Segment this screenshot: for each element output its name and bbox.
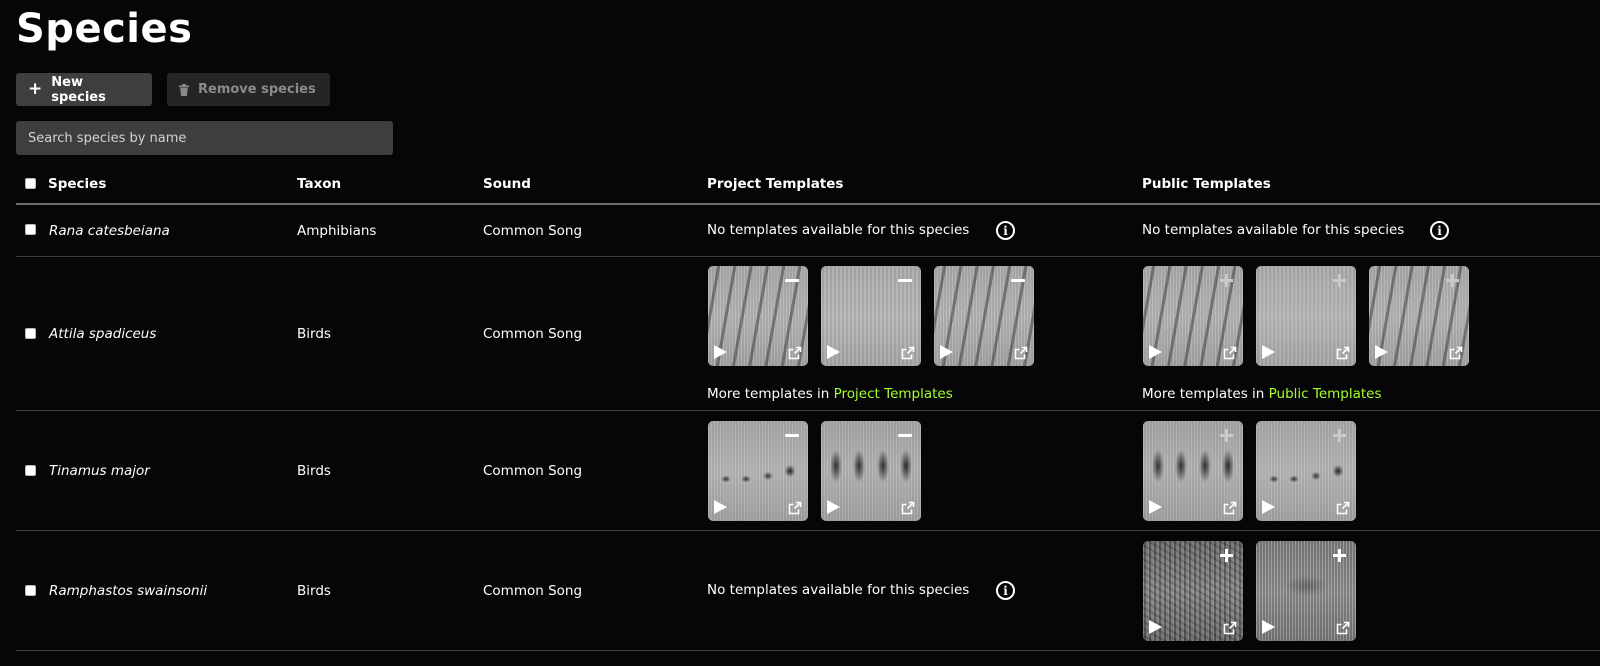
plus-icon[interactable] bbox=[1220, 428, 1235, 443]
taxon-cell: Birds bbox=[297, 583, 331, 599]
external-link-icon[interactable] bbox=[788, 345, 802, 360]
page-title: Species bbox=[16, 6, 193, 52]
column-header-public-templates[interactable]: Public Templates bbox=[1142, 176, 1271, 192]
column-header-taxon[interactable]: Taxon bbox=[297, 176, 341, 192]
row-divider bbox=[16, 256, 1600, 257]
more-project-templates: More templates in Project Templates bbox=[707, 386, 953, 402]
template-thumbnail[interactable] bbox=[708, 266, 808, 366]
external-link-icon[interactable] bbox=[1223, 345, 1237, 360]
plus-icon[interactable] bbox=[1333, 548, 1348, 563]
sound-cell: Common Song bbox=[483, 326, 583, 342]
plus-icon[interactable] bbox=[1333, 273, 1348, 288]
remove-species-button[interactable]: Remove species bbox=[167, 73, 330, 106]
taxon-cell: Birds bbox=[297, 326, 331, 342]
header-divider bbox=[16, 203, 1600, 205]
species-name[interactable]: Ramphastos swainsonii bbox=[49, 583, 207, 599]
public-empty-text: No templates available for this species bbox=[1142, 222, 1405, 238]
external-link-icon[interactable] bbox=[1223, 620, 1237, 635]
minus-icon[interactable] bbox=[1011, 273, 1026, 288]
external-link-icon[interactable] bbox=[1336, 500, 1350, 515]
template-thumbnail[interactable] bbox=[1143, 421, 1243, 521]
template-thumbnail[interactable] bbox=[821, 421, 921, 521]
external-link-icon[interactable] bbox=[901, 345, 915, 360]
template-thumbnail[interactable] bbox=[1256, 421, 1356, 521]
column-header-project-templates[interactable]: Project Templates bbox=[707, 176, 843, 192]
more-public-templates: More templates in Public Templates bbox=[1142, 386, 1382, 402]
minus-icon[interactable] bbox=[898, 428, 913, 443]
play-icon[interactable] bbox=[940, 345, 953, 359]
plus-icon: + bbox=[28, 79, 43, 99]
new-species-button[interactable]: + New species bbox=[16, 73, 152, 106]
row-checkbox[interactable] bbox=[25, 585, 36, 596]
project-templates-link[interactable]: Project Templates bbox=[834, 386, 953, 402]
minus-icon[interactable] bbox=[785, 273, 800, 288]
remove-species-label: Remove species bbox=[198, 82, 316, 97]
row-checkbox[interactable] bbox=[25, 328, 36, 339]
external-link-icon[interactable] bbox=[1336, 620, 1350, 635]
external-link-icon[interactable] bbox=[1449, 345, 1463, 360]
sound-cell: Common Song bbox=[483, 583, 583, 599]
template-thumbnail[interactable] bbox=[934, 266, 1034, 366]
external-link-icon[interactable] bbox=[1014, 345, 1028, 360]
minus-icon[interactable] bbox=[898, 273, 913, 288]
sound-cell: Common Song bbox=[483, 463, 583, 479]
new-species-label: New species bbox=[51, 74, 106, 105]
sound-cell: Common Song bbox=[483, 223, 583, 239]
row-checkbox[interactable] bbox=[25, 224, 36, 235]
species-name[interactable]: Attila spadiceus bbox=[49, 326, 156, 342]
play-icon[interactable] bbox=[1262, 620, 1275, 634]
row-divider bbox=[16, 530, 1600, 531]
play-icon[interactable] bbox=[827, 500, 840, 514]
play-icon[interactable] bbox=[1262, 500, 1275, 514]
template-thumbnail[interactable] bbox=[1143, 266, 1243, 366]
play-icon[interactable] bbox=[1149, 345, 1162, 359]
template-thumbnail[interactable] bbox=[1369, 266, 1469, 366]
row-checkbox[interactable] bbox=[25, 465, 36, 476]
template-thumbnail[interactable] bbox=[1256, 266, 1356, 366]
taxon-cell: Amphibians bbox=[297, 223, 377, 239]
column-header-species[interactable]: Species bbox=[48, 176, 106, 192]
species-name[interactable]: Rana catesbeiana bbox=[49, 223, 170, 239]
plus-icon[interactable] bbox=[1446, 273, 1461, 288]
template-thumbnail[interactable] bbox=[1143, 541, 1243, 641]
plus-icon[interactable] bbox=[1220, 548, 1235, 563]
play-icon[interactable] bbox=[827, 345, 840, 359]
public-templates-link[interactable]: Public Templates bbox=[1269, 386, 1382, 402]
taxon-cell: Birds bbox=[297, 463, 331, 479]
select-all-checkbox[interactable] bbox=[25, 178, 36, 189]
species-name[interactable]: Tinamus major bbox=[49, 463, 150, 479]
more-prefix: More templates in bbox=[1142, 386, 1265, 402]
play-icon[interactable] bbox=[1149, 500, 1162, 514]
template-thumbnail[interactable] bbox=[708, 421, 808, 521]
plus-icon[interactable] bbox=[1220, 273, 1235, 288]
row-divider bbox=[16, 650, 1600, 651]
search-input[interactable] bbox=[16, 121, 393, 155]
external-link-icon[interactable] bbox=[788, 500, 802, 515]
row-divider bbox=[16, 410, 1600, 411]
template-thumbnail[interactable] bbox=[1256, 541, 1356, 641]
play-icon[interactable] bbox=[1149, 620, 1162, 634]
project-empty-text: No templates available for this species bbox=[707, 582, 970, 598]
external-link-icon[interactable] bbox=[1223, 500, 1237, 515]
more-prefix: More templates in bbox=[707, 386, 830, 402]
trash-icon bbox=[179, 83, 189, 96]
info-icon[interactable]: i bbox=[996, 221, 1015, 240]
info-icon[interactable]: i bbox=[996, 581, 1015, 600]
minus-icon[interactable] bbox=[785, 428, 800, 443]
external-link-icon[interactable] bbox=[1336, 345, 1350, 360]
play-icon[interactable] bbox=[1262, 345, 1275, 359]
external-link-icon[interactable] bbox=[901, 500, 915, 515]
project-empty-text: No templates available for this species bbox=[707, 222, 970, 238]
play-icon[interactable] bbox=[714, 500, 727, 514]
info-icon[interactable]: i bbox=[1430, 221, 1449, 240]
template-thumbnail[interactable] bbox=[821, 266, 921, 366]
plus-icon[interactable] bbox=[1333, 428, 1348, 443]
play-icon[interactable] bbox=[714, 345, 727, 359]
column-header-sound[interactable]: Sound bbox=[483, 176, 531, 192]
play-icon[interactable] bbox=[1375, 345, 1388, 359]
